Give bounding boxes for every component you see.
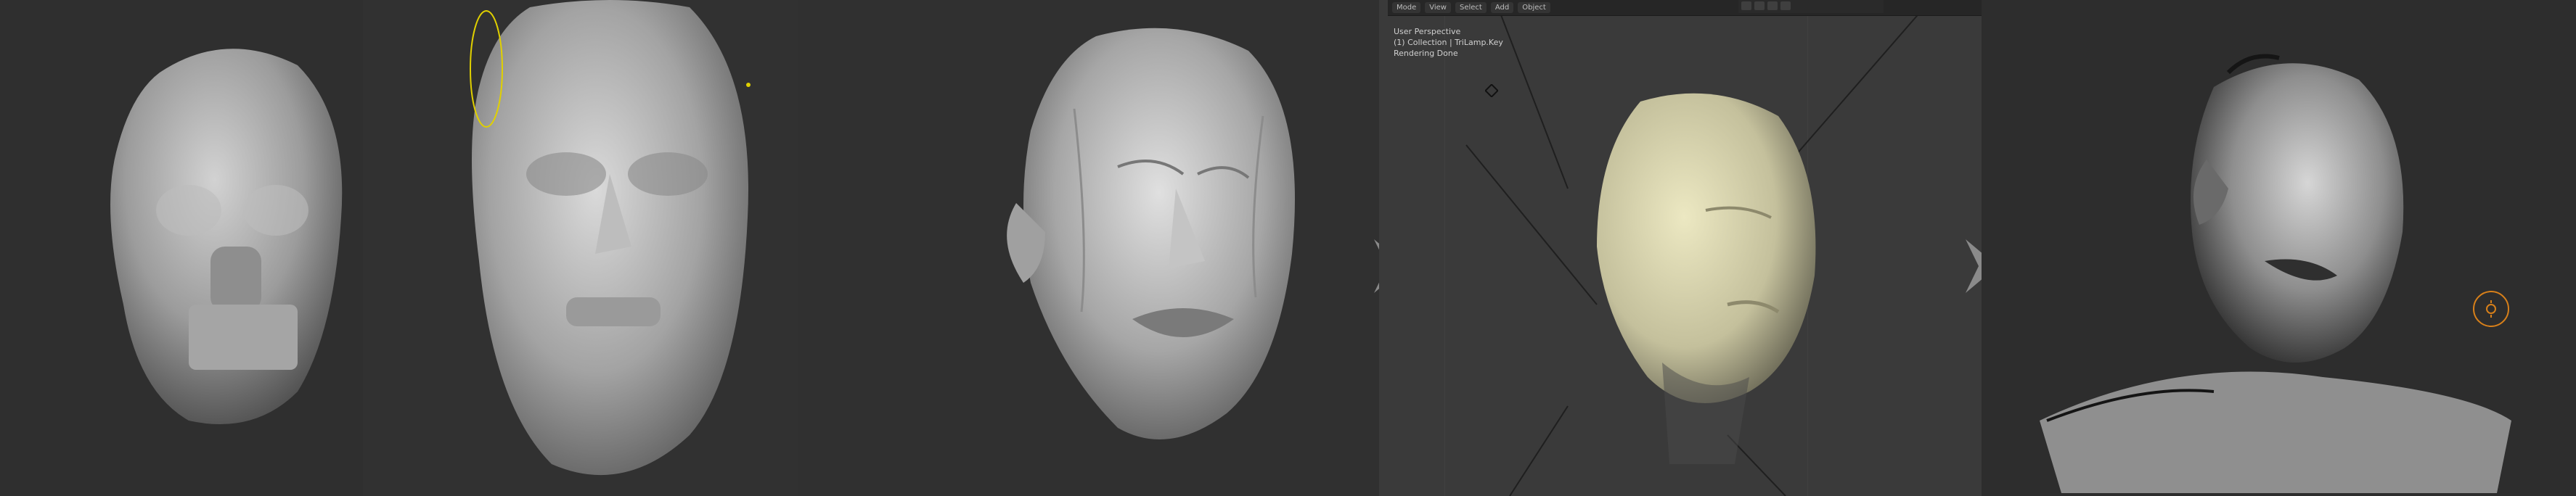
view-menu[interactable]: View — [1425, 2, 1451, 13]
shading-button[interactable] — [1780, 1, 1791, 10]
selection-marker — [470, 10, 503, 128]
mode-menu[interactable]: Mode — [1392, 2, 1421, 13]
shading-button[interactable] — [1741, 1, 1751, 10]
light-icon[interactable] — [1485, 84, 1498, 97]
object-menu[interactable]: Object — [1518, 2, 1550, 13]
blockout-head — [110, 49, 343, 425]
viewport-shading-toolbar — [1738, 0, 1884, 13]
paintover-head — [2040, 54, 2511, 493]
viewport-header: Mode View Select Add Object — [1388, 0, 1998, 16]
marker-dot — [746, 83, 751, 87]
viewport-info-overlay: User Perspective (1) Collection | TriLam… — [1394, 26, 1503, 59]
shading-button[interactable] — [1754, 1, 1765, 10]
collection-label: (1) Collection | TriLamp.Key — [1394, 38, 1503, 47]
workflow-strip: Mode View Select Add Object User Perspec… — [0, 0, 2576, 496]
select-menu[interactable]: Select — [1455, 2, 1487, 13]
add-menu[interactable]: Add — [1490, 2, 1514, 13]
perspective-label: User Perspective — [1394, 27, 1461, 36]
brush-cursor-icon — [2473, 291, 2509, 327]
detailed-head — [1007, 28, 1295, 439]
render-status: Rendering Done — [1394, 49, 1458, 58]
rendered-head — [1597, 93, 1816, 464]
shading-button[interactable] — [1767, 1, 1778, 10]
